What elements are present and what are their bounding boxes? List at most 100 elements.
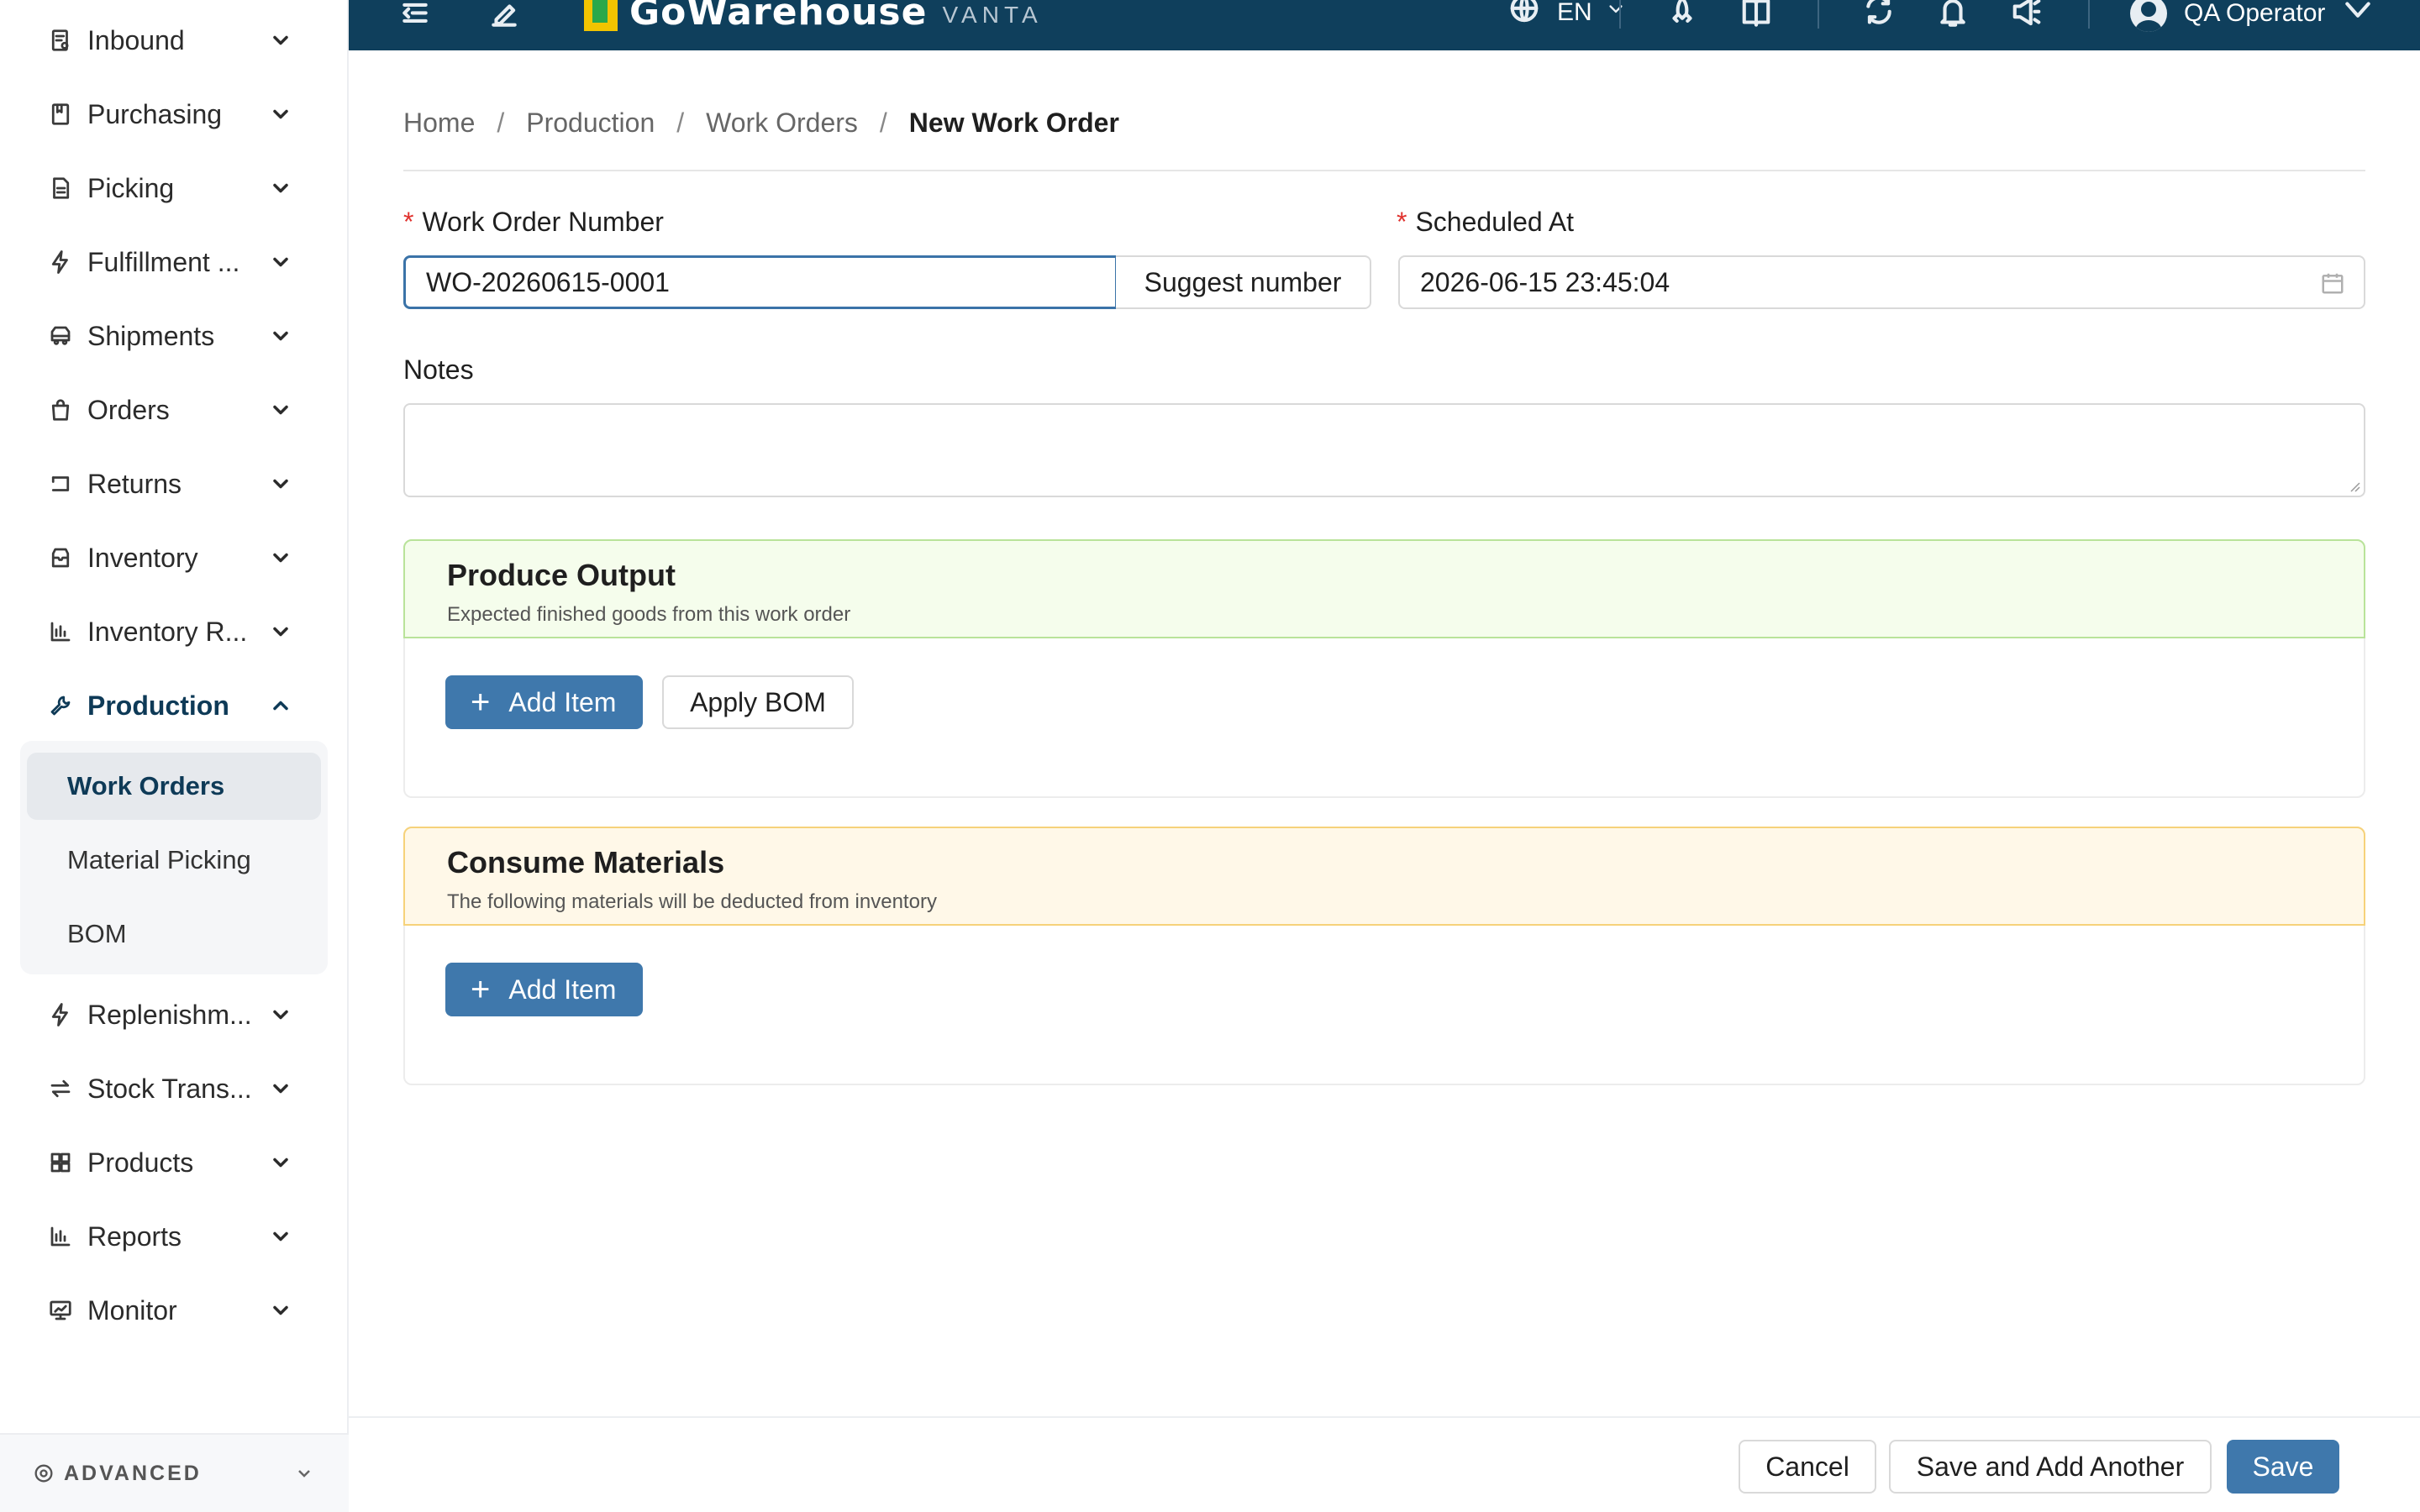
advanced-label: ADVANCED	[64, 1461, 202, 1485]
apply-bom-button[interactable]: Apply BOM	[662, 675, 854, 729]
sidebar-item-label: Replenishm...	[87, 999, 252, 1030]
edit-icon[interactable]	[487, 0, 522, 32]
cancel-button[interactable]: Cancel	[1739, 1440, 1876, 1494]
sidebar-subitem-bom[interactable]: BOM	[27, 900, 321, 968]
sidebar-item-shipments[interactable]: Shipments	[0, 302, 349, 370]
purchasing-icon	[47, 101, 74, 128]
docs-book-icon[interactable]	[1739, 0, 1774, 32]
user-name: QA Operator	[2184, 0, 2326, 27]
sidebar-item-monitor[interactable]: Monitor	[0, 1277, 349, 1344]
chevron-down-icon	[294, 1463, 314, 1483]
consume-add-item-button[interactable]: + Add Item	[445, 963, 644, 1016]
sidebar-item-label: Stock Trans...	[87, 1073, 252, 1104]
sidebar-item-purchasing[interactable]: Purchasing	[0, 81, 349, 148]
header-divider	[2088, 0, 2090, 29]
produce-output-title: Produce Output	[447, 558, 676, 592]
suggest-number-button[interactable]: Suggest number	[1116, 255, 1371, 309]
products-icon	[47, 1149, 74, 1176]
megaphone-icon[interactable]	[2009, 0, 2044, 32]
sidebar-item-inventory[interactable]: Inventory	[0, 524, 349, 591]
chevron-up-icon	[269, 694, 292, 717]
chevron-down-icon	[269, 620, 292, 643]
sidebar-subitem-work-orders[interactable]: Work Orders	[27, 753, 321, 820]
produce-output-card: Produce Output Expected finished goods f…	[403, 539, 2365, 798]
sidebar-item-label: Inventory	[87, 542, 198, 573]
header-divider	[1619, 0, 1621, 29]
chevron-down-icon	[2340, 0, 2375, 29]
breadcrumb-separator: /	[879, 108, 887, 138]
work-order-number-input[interactable]: WO-20260615-0001	[403, 255, 1118, 309]
consume-materials-header: Consume Materials The following material…	[403, 827, 2365, 926]
notes-textarea[interactable]	[403, 403, 2365, 497]
sidebar-item-inventory-report[interactable]: Inventory R...	[0, 598, 349, 665]
sidebar-item-label: Monitor	[87, 1294, 177, 1326]
sidebar-item-products[interactable]: Products	[0, 1129, 349, 1196]
sidebar-item-label: Purchasing	[87, 98, 223, 129]
sidebar-item-inbound[interactable]: Inbound	[0, 7, 349, 74]
language-code: EN	[1557, 0, 1592, 26]
resize-handle-icon[interactable]	[2349, 480, 2360, 492]
button-label: Add Item	[508, 974, 617, 1005]
sidebar-item-label: Picking	[87, 172, 175, 203]
sidebar-item-production[interactable]: Production	[0, 672, 349, 739]
logo-text: GoWarehouse	[629, 0, 928, 34]
bell-icon[interactable]	[1935, 0, 1970, 32]
chevron-down-icon	[269, 398, 292, 422]
plus-icon: +	[471, 971, 491, 1008]
sidebar-item-label: Orders	[87, 394, 170, 425]
scheduled-at-label: * Scheduled At	[1397, 207, 1574, 238]
sidebar-item-label: Inbound	[87, 24, 185, 55]
chevron-down-icon	[269, 1077, 292, 1100]
breadcrumb-work-orders[interactable]: Work Orders	[706, 108, 858, 139]
chevron-down-icon	[269, 250, 292, 274]
sidebar-item-picking[interactable]: Picking	[0, 155, 349, 222]
chevron-down-icon	[269, 1299, 292, 1322]
reports-icon	[47, 1223, 74, 1250]
sidebar-item-returns[interactable]: Returns	[0, 450, 349, 517]
required-marker: *	[403, 207, 414, 237]
user-menu[interactable]: QA Operator	[2130, 0, 2375, 32]
inbound-icon	[47, 27, 74, 54]
gear-icon	[32, 1462, 55, 1485]
chevron-down-icon	[269, 102, 292, 126]
form-footer: Cancel Save and Add Another Save	[349, 1416, 2420, 1512]
chevron-down-icon	[269, 1151, 292, 1174]
chevron-down-icon	[269, 176, 292, 200]
sidebar-item-orders[interactable]: Orders	[0, 376, 349, 444]
produce-output-header: Produce Output Expected finished goods f…	[403, 539, 2365, 638]
returns-icon	[47, 470, 74, 497]
save-button[interactable]: Save	[2227, 1440, 2339, 1494]
fulfillment-icon	[47, 249, 74, 276]
work-order-number-label: * Work Order Number	[403, 207, 664, 238]
stock-transfer-icon	[47, 1075, 74, 1102]
refresh-icon[interactable]	[1861, 0, 1897, 32]
chevron-down-icon	[269, 324, 292, 348]
language-selector[interactable]: EN	[1507, 0, 1626, 29]
production-submenu: Work Orders Material Picking BOM	[20, 741, 328, 974]
sidebar-item-reports[interactable]: Reports	[0, 1203, 349, 1270]
collapse-menu-icon[interactable]	[397, 0, 433, 32]
breadcrumb: Home / Production / Work Orders / New Wo…	[403, 108, 1119, 139]
shipments-icon	[47, 323, 74, 349]
picking-icon	[47, 175, 74, 202]
logo-mark-icon	[584, 0, 618, 31]
rocket-icon[interactable]	[1665, 0, 1700, 32]
required-marker: *	[1397, 207, 1407, 237]
breadcrumb-production[interactable]: Production	[526, 108, 655, 139]
produce-add-item-button[interactable]: + Add Item	[445, 675, 644, 729]
globe-icon	[1507, 0, 1542, 29]
save-and-add-another-button[interactable]: Save and Add Another	[1889, 1440, 2212, 1494]
sidebar-item-fulfillment[interactable]: Fulfillment ...	[0, 228, 349, 296]
sidebar-item-replenishment[interactable]: Replenishm...	[0, 981, 349, 1048]
sidebar-subitem-material-picking[interactable]: Material Picking	[27, 827, 321, 894]
scheduled-at-value: 2026-06-15 23:45:04	[1420, 266, 1670, 297]
sidebar-item-stock-transfer[interactable]: Stock Trans...	[0, 1055, 349, 1122]
button-label: Add Item	[508, 686, 617, 717]
advanced-toggle[interactable]: ADVANCED	[0, 1433, 349, 1512]
calendar-icon[interactable]	[2320, 270, 2345, 296]
breadcrumb-separator: /	[497, 108, 505, 138]
avatar	[2130, 0, 2167, 32]
scheduled-at-picker[interactable]: 2026-06-15 23:45:04	[1398, 255, 2365, 309]
app-logo[interactable]: GoWarehouse VANTA	[584, 0, 1043, 35]
breadcrumb-home[interactable]: Home	[403, 108, 475, 139]
